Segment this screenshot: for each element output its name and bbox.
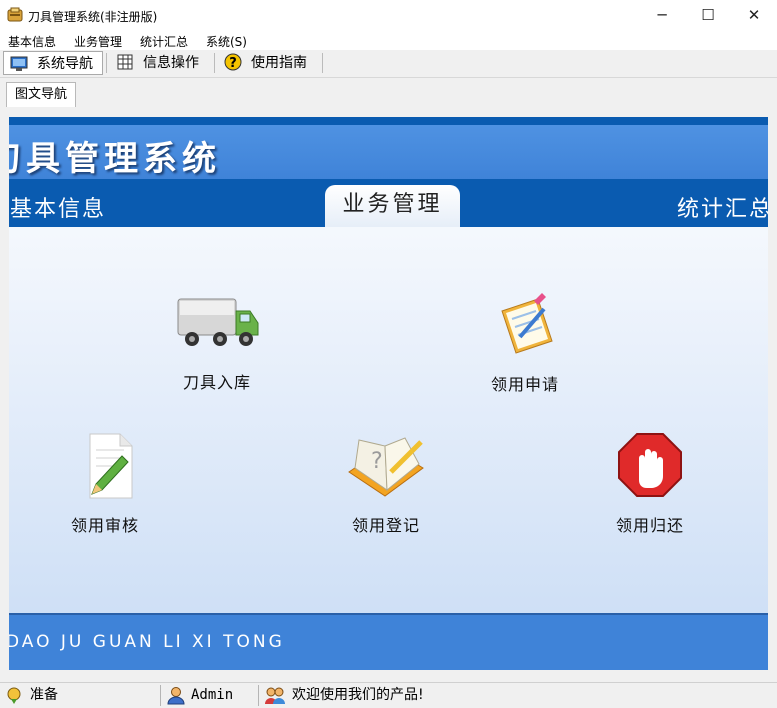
stop-hand-icon — [618, 433, 682, 497]
tile-review-label: 领用审核 — [70, 516, 139, 535]
menu-statistics[interactable]: 统计汇总 — [140, 33, 188, 50]
footer-band: DAO JU GUAN LI XI TONG — [9, 613, 768, 670]
menu-business[interactable]: 业务管理 — [74, 33, 122, 50]
toolbar-divider — [322, 53, 323, 73]
main-panel: 刀具管理系统 基本信息 业务管理 统计汇总 刀具入库 领用申请 领用审核 ? 领… — [0, 107, 777, 682]
truck-icon — [177, 298, 259, 346]
grid-icon — [117, 54, 133, 70]
footer-pinyin: DAO JU GUAN LI XI TONG — [9, 632, 285, 652]
banner-nav-basic-info[interactable]: 基本信息 — [10, 191, 106, 223]
status-bar: 准备 Admin 欢迎使用我们的产品! — [0, 682, 777, 708]
toolbar-guide-label: 使用指南 — [251, 55, 307, 71]
minimize-button[interactable]: ─ — [639, 0, 685, 31]
tile-stock-in-label: 刀具入库 — [182, 373, 251, 392]
tile-return-label: 领用归还 — [615, 516, 684, 535]
status-divider — [160, 685, 161, 706]
status-divider — [258, 685, 259, 706]
monitor-icon — [10, 56, 28, 71]
toolbar-divider — [214, 53, 215, 73]
title-bar: 刀具管理系统(非注册版) ─ ☐ ✕ — [0, 0, 777, 31]
nav-canvas: 刀具管理系统 基本信息 业务管理 统计汇总 刀具入库 领用申请 领用审核 ? 领… — [9, 117, 768, 670]
help-icon: ? — [224, 53, 242, 71]
tile-request-label: 领用申请 — [490, 375, 559, 394]
tile-review[interactable]: 领用审核 — [50, 432, 160, 536]
svg-text:?: ? — [371, 449, 384, 474]
tab-graphic-nav[interactable]: 图文导航 — [6, 82, 77, 108]
app-icon — [7, 7, 23, 22]
tile-register-label: 领用登记 — [351, 516, 420, 535]
toolbar-divider — [106, 53, 107, 73]
tile-stock-in[interactable]: 刀具入库 — [162, 289, 272, 393]
menu-system[interactable]: 系统(S) — [206, 33, 247, 50]
toolbar-info-button[interactable]: 信息操作 — [112, 51, 210, 75]
toolbar-nav-button[interactable]: 系统导航 — [3, 51, 103, 75]
tile-request[interactable]: 领用申请 — [470, 291, 580, 395]
svg-text:?: ? — [229, 56, 237, 71]
user-icon — [167, 687, 185, 705]
users-group-icon — [265, 687, 285, 704]
banner-title: 刀具管理系统 — [9, 139, 221, 179]
close-button[interactable]: ✕ — [731, 0, 777, 31]
toolbar-info-label: 信息操作 — [143, 55, 199, 71]
tile-register[interactable]: ? 领用登记 — [331, 432, 441, 536]
notebook-icon: ? — [348, 437, 424, 497]
document-tab-strip: 图文导航 — [0, 78, 777, 108]
window-title: 刀具管理系统(非注册版) — [28, 10, 158, 24]
toolbar-nav-label: 系统导航 — [37, 56, 93, 72]
banner-nav-statistics[interactable]: 统计汇总 — [677, 191, 768, 223]
status-ready-icon — [7, 687, 21, 704]
maximize-button[interactable]: ☐ — [685, 0, 731, 31]
menu-bar: 基本信息 业务管理 统计汇总 系统(S) — [0, 31, 777, 50]
status-user: Admin — [191, 687, 234, 703]
tile-return[interactable]: 领用归还 — [595, 432, 705, 536]
menu-basic-info[interactable]: 基本信息 — [8, 33, 56, 50]
toolbar: 系统导航 信息操作 ? 使用指南 — [0, 50, 777, 78]
status-welcome: 欢迎使用我们的产品! — [292, 687, 424, 703]
status-ready: 准备 — [30, 687, 58, 703]
document-pencil-icon — [89, 433, 133, 499]
banner-nav-business[interactable]: 业务管理 — [325, 185, 460, 227]
clipboard-icon — [501, 293, 553, 354]
toolbar-guide-button[interactable]: ? 使用指南 — [220, 51, 318, 75]
header-band: 刀具管理系统 基本信息 业务管理 统计汇总 — [9, 117, 768, 227]
